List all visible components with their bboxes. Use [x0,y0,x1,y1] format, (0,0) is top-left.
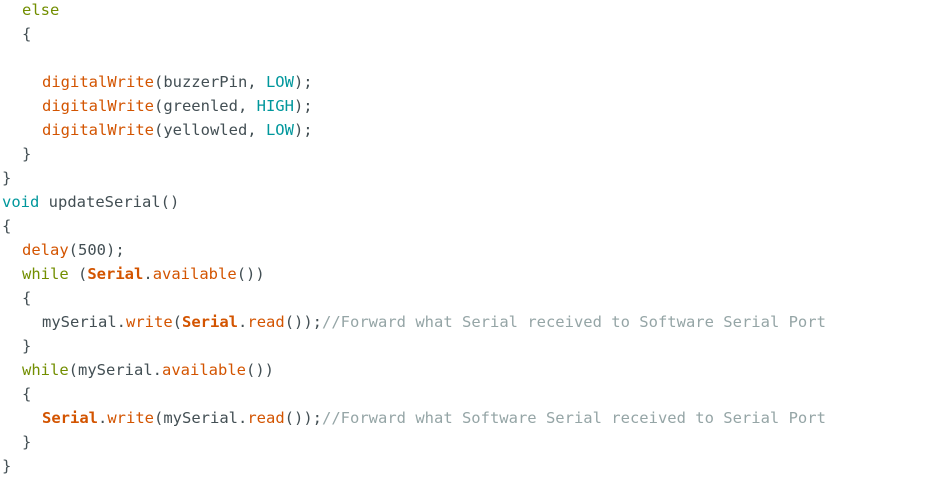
keyword-token: while [22,265,69,283]
code-line[interactable]: } [22,334,31,358]
code-line[interactable]: digitalWrite(greenled, HIGH); [42,94,313,118]
code-text: (mySerial. [68,361,162,379]
function-token: digitalWrite [42,121,154,139]
function-token: read [247,409,285,427]
code-text: mySerial. [42,313,126,331]
function-token: available [162,361,246,379]
code-text: } [22,145,32,163]
code-line[interactable]: while(mySerial.available()) [22,358,274,382]
code-line[interactable]: } [2,166,11,190]
function-token: delay [22,241,69,259]
code-line[interactable]: { [2,214,11,238]
type-token: void [2,193,40,211]
code-text: . [98,409,108,427]
code-text: { [22,385,32,403]
code-line[interactable]: digitalWrite(yellowled, LOW); [42,118,313,142]
code-line[interactable]: { [22,22,31,46]
code-text: . [238,313,248,331]
code-text: ); [293,121,313,139]
function-token: available [152,265,237,283]
code-line[interactable]: digitalWrite(buzzerPin, LOW); [42,70,313,94]
function-token: digitalWrite [42,97,154,115]
code-text: { [22,25,32,43]
code-line[interactable]: Serial.write(mySerial.read());//Forward … [42,406,826,430]
code-text: . [143,265,153,283]
code-text: } [22,433,32,451]
code-text: (buzzerPin, [153,73,266,91]
code-text: ()); [284,409,322,427]
code-line[interactable]: { [22,382,31,406]
class-token: Serial [182,313,239,331]
keyword-token: while [22,361,69,379]
code-text: ()) [246,361,274,379]
code-text: ); [293,97,313,115]
code-text: ( [172,313,183,331]
code-line[interactable]: } [22,142,31,166]
code-text: ()); [284,313,323,331]
comment-token: //Forward what Serial received to Softwa… [322,313,826,331]
code-text: } [2,457,12,475]
code-text: } [2,169,12,187]
code-text: (greenled, [153,97,257,115]
function-token: write [126,313,173,331]
constant-token: LOW [265,73,294,91]
code-text: (mySerial. [154,409,248,427]
class-token: Serial [42,409,98,427]
constant-token: LOW [265,121,294,139]
code-text: updateSerial() [39,193,180,211]
code-line[interactable]: mySerial.write(Serial.read());//Forward … [42,310,826,334]
code-line[interactable]: } [22,430,31,454]
code-text: { [22,289,32,307]
code-editor[interactable]: else{digitalWrite(buzzerPin, LOW); digita… [0,0,952,480]
code-line[interactable]: { [22,286,31,310]
code-text: ()) [236,265,265,283]
keyword-token: else [22,1,60,19]
function-token: write [107,409,155,427]
class-token: Serial [87,265,144,283]
code-line[interactable]: } [2,454,11,478]
function-token: digitalWrite [42,73,154,91]
code-line[interactable]: else [22,0,59,22]
code-text: (500); [68,241,125,259]
code-line[interactable]: while (Serial.available()) [22,262,265,286]
code-text: } [22,337,32,355]
code-text: ); [293,73,313,91]
code-text: { [2,217,12,235]
code-line[interactable]: delay(500); [22,238,125,262]
code-text: (yellowled, [153,121,266,139]
constant-token: HIGH [256,97,294,115]
code-text: ( [68,265,88,283]
function-token: read [247,313,285,331]
comment-token: //Forward what Software Serial received … [322,409,826,427]
code-line[interactable]: void updateSerial() [2,190,179,214]
